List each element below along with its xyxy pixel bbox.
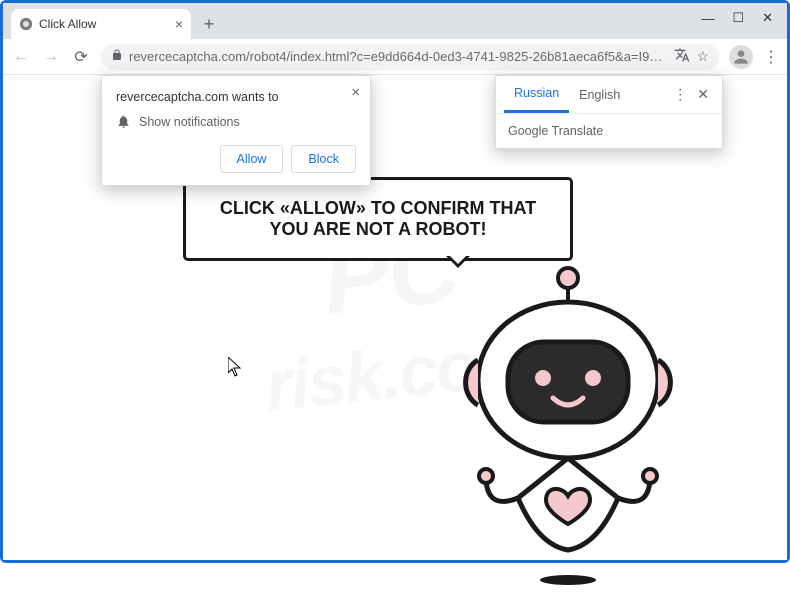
bookmark-star-icon[interactable]: ☆ (696, 48, 709, 65)
block-button[interactable]: Block (291, 145, 356, 173)
translate-tab-english[interactable]: English (569, 76, 630, 113)
window-close-icon[interactable]: ✕ (762, 10, 773, 26)
window-maximize-icon[interactable]: ☐ (732, 10, 744, 26)
mouse-cursor-icon (228, 357, 242, 382)
window-controls: — ☐ ✕ (691, 3, 783, 33)
permission-capability: Show notifications (139, 115, 240, 129)
tab-close-icon[interactable]: × (175, 16, 183, 32)
translate-icon[interactable] (674, 47, 690, 66)
forward-button[interactable]: → (41, 48, 61, 66)
menu-kebab-icon[interactable]: ⋮ (763, 47, 779, 67)
robot-image (418, 260, 718, 590)
translate-tab-russian[interactable]: Russian (504, 76, 569, 113)
notification-permission-popup: × revercecaptcha.com wants to Show notif… (101, 75, 371, 186)
speech-bubble-text: CLICK «ALLOW» TO CONFIRM THAT YOU ARE NO… (220, 198, 536, 239)
window-minimize-icon[interactable]: — (701, 11, 714, 26)
new-tab-button[interactable]: + (195, 10, 223, 38)
back-button[interactable]: ← (11, 48, 31, 66)
tab-favicon (19, 17, 33, 31)
allow-button[interactable]: Allow (220, 145, 284, 173)
speech-bubble: CLICK «ALLOW» TO CONFIRM THAT YOU ARE NO… (183, 177, 573, 261)
permission-origin: revercecaptcha.com wants to (116, 90, 356, 104)
tab-title: Click Allow (39, 17, 169, 31)
translate-brand: Google Translate (496, 114, 722, 148)
bell-icon (116, 114, 131, 129)
page-content: PC risk.com Russian English ⋮ ✕ Google T… (3, 75, 787, 560)
address-bar[interactable]: revercecaptcha.com/robot4/index.html?c=e… (101, 44, 719, 70)
lock-icon (111, 49, 123, 64)
translate-menu-icon[interactable]: ⋮ (668, 86, 692, 103)
translate-brand-google: Google (508, 124, 548, 138)
browser-toolbar: ← → ⟳ revercecaptcha.com/robot4/index.ht… (3, 39, 787, 75)
translate-close-icon[interactable]: ✕ (692, 86, 714, 103)
address-url: revercecaptcha.com/robot4/index.html?c=e… (129, 49, 668, 64)
profile-avatar[interactable] (729, 45, 753, 69)
translate-brand-translate: Translate (548, 124, 603, 138)
browser-tab[interactable]: Click Allow × (11, 9, 191, 39)
translate-popup: Russian English ⋮ ✕ Google Translate (495, 75, 723, 149)
reload-button[interactable]: ⟳ (71, 47, 91, 67)
permission-close-icon[interactable]: × (351, 84, 360, 101)
browser-titlebar: Click Allow × + — ☐ ✕ (3, 3, 787, 39)
